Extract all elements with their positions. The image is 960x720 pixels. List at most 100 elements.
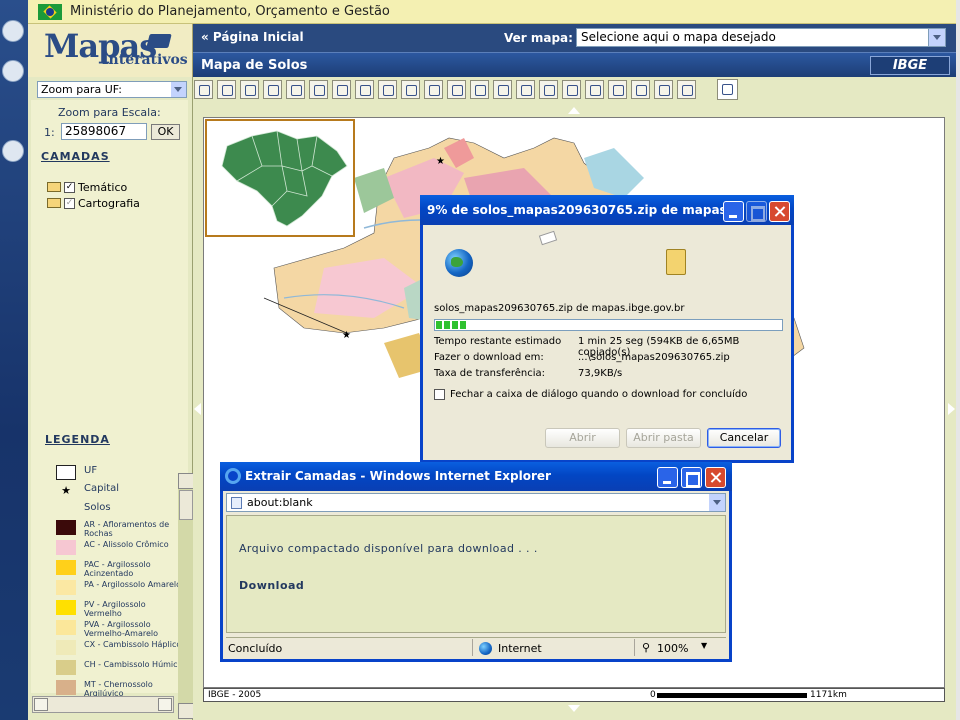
progress-fill <box>436 321 468 329</box>
map-title-bar: Mapa de Solos IBGE <box>193 52 956 77</box>
find-binoculars-icon[interactable] <box>401 80 420 99</box>
layer-checkbox[interactable]: ✓ <box>64 197 75 209</box>
download-title: 9% de solos_mapas209630765.zip de mapas.… <box>427 203 741 217</box>
close-when-done-checkbox[interactable] <box>434 389 445 400</box>
pan-hand-icon[interactable] <box>332 80 351 99</box>
map-select-dropdown[interactable]: Selecione aqui o mapa desejado <box>576 28 946 47</box>
pan-north-icon[interactable] <box>568 107 580 114</box>
scale-bar <box>657 693 807 698</box>
zoom-layer-icon[interactable] <box>309 80 328 99</box>
close-when-done-option[interactable]: Fechar a caixa de diálogo quando o downl… <box>434 389 747 400</box>
maximize-icon[interactable] <box>681 467 702 488</box>
legend-label: PA - Argilossolo Amarelo <box>84 580 182 589</box>
layer-cartografia[interactable]: ✓ Cartografia <box>47 196 140 210</box>
google-icon[interactable] <box>717 79 738 100</box>
desktop-icon[interactable] <box>2 20 24 42</box>
page-icon <box>231 497 242 509</box>
svg-text:★: ★ <box>436 156 445 167</box>
pan-south-icon[interactable] <box>568 705 580 712</box>
legenda-heading: LEGENDA <box>45 433 110 446</box>
chevron-down-icon[interactable] <box>928 29 945 46</box>
query-icon[interactable] <box>378 80 397 99</box>
close-icon[interactable] <box>705 467 726 488</box>
legend-scrollbar[interactable] <box>178 473 194 719</box>
scroll-right-icon[interactable] <box>158 698 172 711</box>
status-divider <box>472 639 473 656</box>
horizontal-scrollbar[interactable] <box>32 696 174 713</box>
legend-item: CH - Cambissolo Húmico <box>56 660 184 675</box>
scroll-left-icon[interactable] <box>34 698 48 711</box>
legend-item: PVA - Argilossolo Vermelho-Amarelo <box>56 620 184 638</box>
zoom-in-icon[interactable] <box>217 80 236 99</box>
chevron-down-icon[interactable] <box>171 82 186 97</box>
logo-sub-text: Interativos <box>102 52 188 68</box>
ok-button[interactable]: OK <box>151 124 180 140</box>
layer-tematico[interactable]: ✓ Temático <box>47 180 127 194</box>
zoom-dropdown-icon[interactable]: ▼ <box>701 641 707 650</box>
pan-east-icon[interactable] <box>948 403 955 415</box>
home-link[interactable]: « Página Inicial <box>201 30 304 44</box>
ie-status-bar: Concluído Internet ⚲ 100% ▼ <box>226 637 726 657</box>
clear-selection-icon[interactable] <box>539 80 558 99</box>
desktop-icon[interactable] <box>2 60 24 82</box>
legend-book-icon[interactable] <box>677 80 696 99</box>
close-icon[interactable] <box>769 201 790 222</box>
minimize-icon[interactable] <box>723 201 744 222</box>
save-to-label: Fazer o download em: <box>434 352 544 363</box>
select-arrow-icon[interactable] <box>516 80 535 99</box>
download-link[interactable]: Download <box>239 579 304 592</box>
desktop-icon[interactable] <box>2 140 24 162</box>
open-folder-button[interactable]: Abrir pasta <box>626 428 701 448</box>
document-icon[interactable] <box>631 80 650 99</box>
star-icon: ★ <box>61 484 71 497</box>
crosshair-icon[interactable] <box>470 80 489 99</box>
zoom-level[interactable]: 100% <box>657 642 688 655</box>
print-icon[interactable] <box>585 80 604 99</box>
download-titlebar[interactable]: 9% de solos_mapas209630765.zip de mapas.… <box>420 195 794 225</box>
layer-label: Temático <box>78 180 128 194</box>
scroll-thumb[interactable] <box>179 490 193 520</box>
address-value: about:blank <box>247 496 313 509</box>
pan-west-icon[interactable] <box>194 403 201 415</box>
cancel-button[interactable]: Cancelar <box>707 428 781 448</box>
zoom-box-icon[interactable] <box>263 80 282 99</box>
status-divider <box>634 639 635 656</box>
map-status-bar: IBGE - 2005 0 1171km <box>203 688 945 702</box>
map-copyright: IBGE - 2005 <box>208 690 262 700</box>
notes-icon[interactable] <box>654 80 673 99</box>
scroll-up-icon[interactable] <box>178 473 194 489</box>
full-extent-icon[interactable] <box>194 80 213 99</box>
scale-max: 1171km <box>810 690 847 700</box>
close-when-done-label: Fechar a caixa de diálogo quando o downl… <box>450 389 748 400</box>
zoom-magnifier-icon[interactable]: ⚲ <box>642 641 650 654</box>
uf-outline-icon <box>56 465 76 480</box>
chevron-down-icon[interactable] <box>709 494 725 511</box>
globe-icon <box>445 249 473 277</box>
ibge-logo[interactable]: IBGE <box>870 56 950 75</box>
scroll-down-icon[interactable] <box>178 703 194 719</box>
legend-swatch <box>56 600 76 615</box>
open-button[interactable]: Abrir <box>545 428 620 448</box>
layer-checkbox[interactable]: ✓ <box>64 181 75 193</box>
address-bar[interactable]: about:blank <box>226 493 726 512</box>
select-box-icon[interactable] <box>493 80 512 99</box>
download-icon[interactable] <box>562 80 581 99</box>
mapas-interativos-logo[interactable]: Mapas Interativos <box>28 24 193 77</box>
zoom-uf-select[interactable]: Zoom para UF: <box>37 81 187 98</box>
download-dialog: 9% de solos_mapas209630765.zip de mapas.… <box>420 195 794 463</box>
legend-item: PA - Argilossolo Amarelo <box>56 580 184 595</box>
info-icon[interactable] <box>355 80 374 99</box>
report-icon[interactable] <box>608 80 627 99</box>
layers-icon[interactable] <box>447 80 466 99</box>
zoom-out-icon[interactable] <box>240 80 259 99</box>
rate-label: Taxa de transferência: <box>434 368 546 379</box>
minimize-icon[interactable] <box>657 467 678 488</box>
left-panel: Zoom para UF: Zoom para Escala: 1: 25898… <box>28 77 194 720</box>
scale-input[interactable]: 25898067 <box>61 123 147 140</box>
folder-icon <box>666 249 686 275</box>
zoom-previous-icon[interactable] <box>286 80 305 99</box>
eta-label: Tempo restante estimado <box>434 336 562 347</box>
measure-icon[interactable] <box>424 80 443 99</box>
ie-titlebar[interactable]: Extrair Camadas - Windows Internet Explo… <box>220 462 732 491</box>
overview-map[interactable] <box>205 119 355 237</box>
